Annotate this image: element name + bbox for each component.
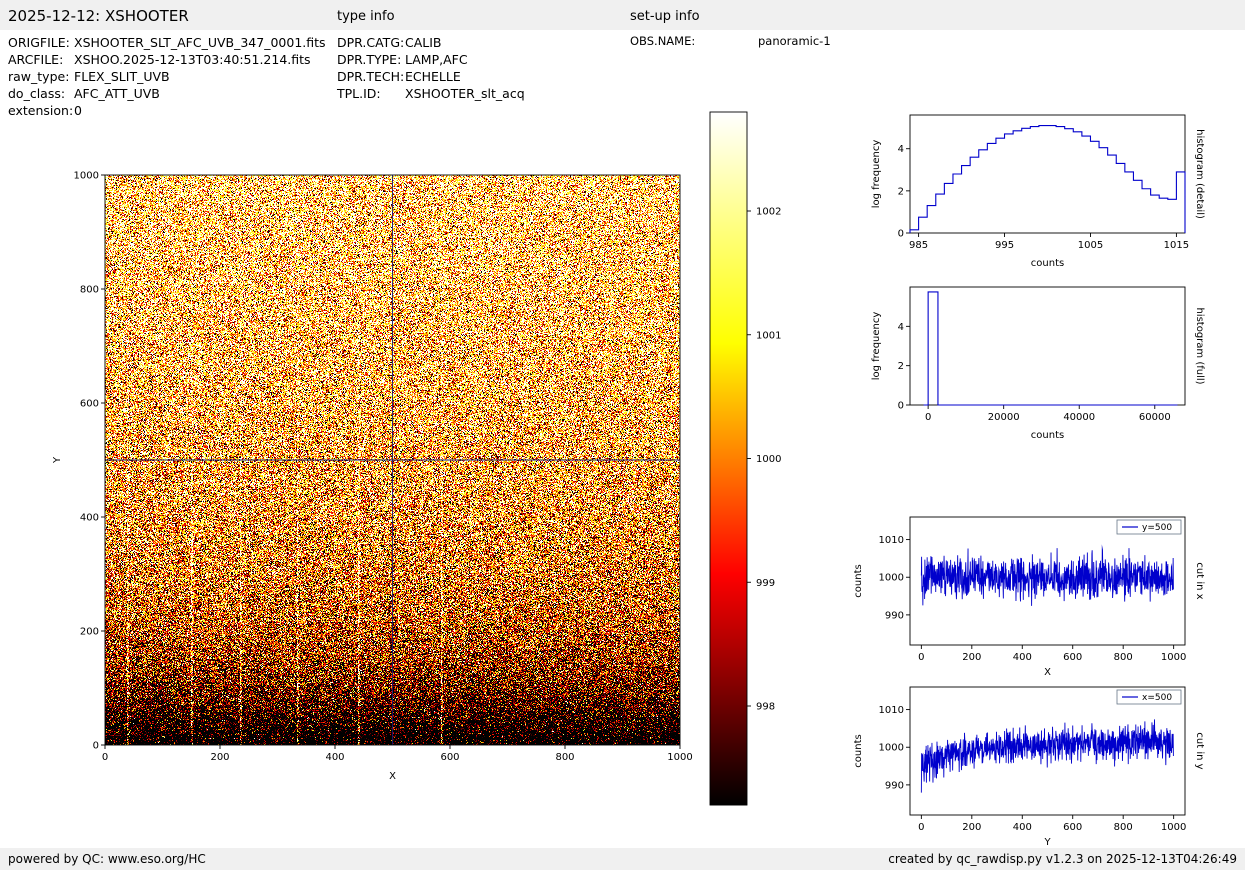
info-row-extension: extension: 0	[8, 102, 326, 119]
qc-report-page: 2025-12-12: XSHOOTER type info set-up in…	[0, 0, 1245, 870]
histogram-full-plot	[855, 272, 1245, 462]
info-row-origfile: ORIGFILE: XSHOOTER_SLT_AFC_UVB_347_0001.…	[8, 34, 326, 51]
footer-credit-left: powered by QC: www.eso.org/HC	[8, 852, 206, 866]
footer-bar: powered by QC: www.eso.org/HC created by…	[0, 848, 1245, 870]
info-value: panoramic-1	[758, 34, 831, 48]
info-value: 0	[74, 103, 82, 118]
info-value: XSHOOTER_slt_acq	[405, 86, 525, 101]
info-value: XSHOO.2025-12-13T03:40:51.214.fits	[74, 52, 311, 67]
info-value: AFC_ATT_UVB	[74, 86, 160, 101]
type-info-heading: type info	[337, 9, 395, 24]
info-value: CALIB	[405, 35, 442, 50]
info-row-rawtype: raw_type: FLEX_SLIT_UVB	[8, 68, 326, 85]
info-value: XSHOOTER_SLT_AFC_UVB_347_0001.fits	[74, 35, 326, 50]
setup-info-block: OBS.NAME: panoramic-1	[630, 33, 831, 50]
info-label: ARCFILE:	[8, 52, 64, 67]
info-row-arcfile: ARCFILE: XSHOO.2025-12-13T03:40:51.214.f…	[8, 51, 326, 68]
info-value: ECHELLE	[405, 69, 461, 84]
info-label: extension:	[8, 103, 74, 118]
cut-in-y-plot	[845, 677, 1245, 862]
footer-credit-right: created by qc_rawdisp.py v1.2.3 on 2025-…	[888, 852, 1237, 866]
colorbar	[700, 100, 815, 825]
setup-info-heading: set-up info	[630, 9, 700, 24]
histogram-detail-plot	[855, 100, 1245, 290]
info-label: DPR.CATG:	[337, 35, 405, 50]
info-row-tplid: TPL.ID: XSHOOTER_slt_acq	[337, 85, 525, 102]
info-label: DPR.TECH:	[337, 69, 405, 84]
info-label: TPL.ID:	[337, 86, 381, 101]
info-row-dprtech: DPR.TECH: ECHELLE	[337, 68, 525, 85]
detector-image-plot	[40, 150, 700, 805]
file-info-block: ORIGFILE: XSHOOTER_SLT_AFC_UVB_347_0001.…	[8, 34, 326, 119]
info-value: LAMP,AFC	[405, 52, 468, 67]
info-label: raw_type:	[8, 69, 70, 84]
cut-in-x-plot	[845, 505, 1245, 690]
info-label: ORIGFILE:	[8, 35, 70, 50]
info-value: FLEX_SLIT_UVB	[74, 69, 170, 84]
info-label: DPR.TYPE:	[337, 52, 402, 67]
info-label: do_class:	[8, 86, 66, 101]
page-title: 2025-12-12: XSHOOTER	[8, 7, 189, 25]
info-label: OBS.NAME:	[630, 34, 696, 48]
header-bar: 2025-12-12: XSHOOTER type info set-up in…	[0, 0, 1245, 30]
info-row-obsname: OBS.NAME: panoramic-1	[630, 33, 831, 50]
type-info-block: DPR.CATG: CALIB DPR.TYPE: LAMP,AFC DPR.T…	[337, 34, 525, 102]
info-row-doclass: do_class: AFC_ATT_UVB	[8, 85, 326, 102]
info-row-dprcatg: DPR.CATG: CALIB	[337, 34, 525, 51]
info-row-dprtype: DPR.TYPE: LAMP,AFC	[337, 51, 525, 68]
